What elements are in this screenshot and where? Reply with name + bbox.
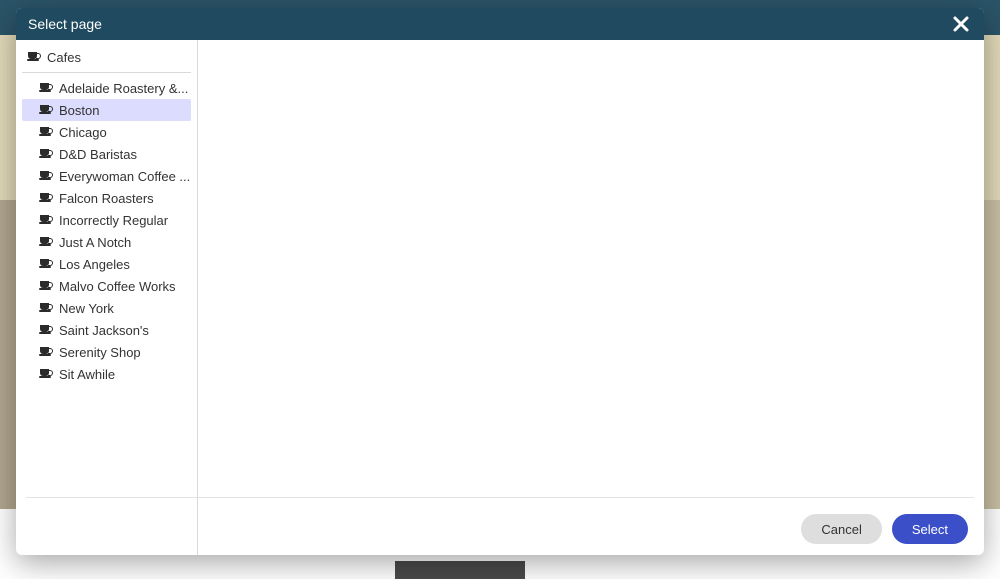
cup-icon: [40, 369, 52, 379]
cup-icon: [40, 171, 52, 181]
cup-icon: [40, 259, 52, 269]
tree-item-label: Los Angeles: [59, 257, 130, 272]
page-tree-children: Adelaide Roastery &... Boston Chicago D&D B…: [16, 77, 197, 385]
tree-item[interactable]: Adelaide Roastery &...: [22, 77, 191, 99]
tree-item-label: Serenity Shop: [59, 345, 141, 360]
cup-icon: [28, 52, 40, 62]
tree-divider: [22, 72, 191, 73]
select-button[interactable]: Select: [892, 514, 968, 544]
tree-item-label: D&D Baristas: [59, 147, 137, 162]
tree-item-label: New York: [59, 301, 114, 316]
tree-item-label: Boston: [59, 103, 99, 118]
modal-overlay: Select page Cafes Adelaide Roastery &...…: [0, 0, 1000, 579]
cup-icon: [40, 237, 52, 247]
tree-item-label: Incorrectly Regular: [59, 213, 168, 228]
tree-root-label: Cafes: [47, 50, 81, 65]
cup-icon: [40, 83, 52, 93]
cup-icon: [40, 347, 52, 357]
tree-item-label: Malvo Coffee Works: [59, 279, 176, 294]
cup-icon: [40, 105, 52, 115]
close-icon: [952, 15, 970, 33]
tree-item[interactable]: Serenity Shop: [22, 341, 191, 363]
cup-icon: [40, 193, 52, 203]
select-page-modal: Select page Cafes Adelaide Roastery &...…: [16, 8, 984, 555]
cup-icon: [40, 303, 52, 313]
cup-icon: [40, 215, 52, 225]
cancel-button[interactable]: Cancel: [801, 514, 881, 544]
tree-item[interactable]: Boston: [22, 99, 191, 121]
cup-icon: [40, 281, 52, 291]
tree-item[interactable]: D&D Baristas: [22, 143, 191, 165]
tree-item-label: Chicago: [59, 125, 107, 140]
tree-item[interactable]: Malvo Coffee Works: [22, 275, 191, 297]
tree-item-label: Falcon Roasters: [59, 191, 154, 206]
tree-item-label: Just A Notch: [59, 235, 131, 250]
close-button[interactable]: [948, 13, 974, 35]
cup-icon: [40, 127, 52, 137]
modal-title: Select page: [28, 16, 948, 32]
tree-item[interactable]: New York: [22, 297, 191, 319]
tree-item-label: Adelaide Roastery &...: [59, 81, 188, 96]
tree-root-item[interactable]: Cafes: [22, 46, 191, 68]
tree-item-label: Sit Awhile: [59, 367, 115, 382]
modal-content-area: [198, 40, 984, 555]
modal-body: Cafes Adelaide Roastery &... Boston Chicag…: [16, 40, 984, 555]
page-tree: Cafes: [16, 46, 197, 68]
tree-item[interactable]: Falcon Roasters: [22, 187, 191, 209]
tree-item[interactable]: Everywoman Coffee ...: [22, 165, 191, 187]
tree-item[interactable]: Just A Notch: [22, 231, 191, 253]
tree-item[interactable]: Incorrectly Regular: [22, 209, 191, 231]
modal-header: Select page: [16, 8, 984, 40]
tree-item[interactable]: Los Angeles: [22, 253, 191, 275]
tree-item-label: Everywoman Coffee ...: [59, 169, 190, 184]
body-bottom-divider: [26, 497, 974, 498]
tree-item-label: Saint Jackson's: [59, 323, 149, 338]
tree-item[interactable]: Chicago: [22, 121, 191, 143]
page-tree-sidebar: Cafes Adelaide Roastery &... Boston Chicag…: [16, 40, 198, 555]
cup-icon: [40, 325, 52, 335]
tree-item[interactable]: Sit Awhile: [22, 363, 191, 385]
cup-icon: [40, 149, 52, 159]
modal-footer: Cancel Select: [16, 503, 984, 555]
tree-item[interactable]: Saint Jackson's: [22, 319, 191, 341]
